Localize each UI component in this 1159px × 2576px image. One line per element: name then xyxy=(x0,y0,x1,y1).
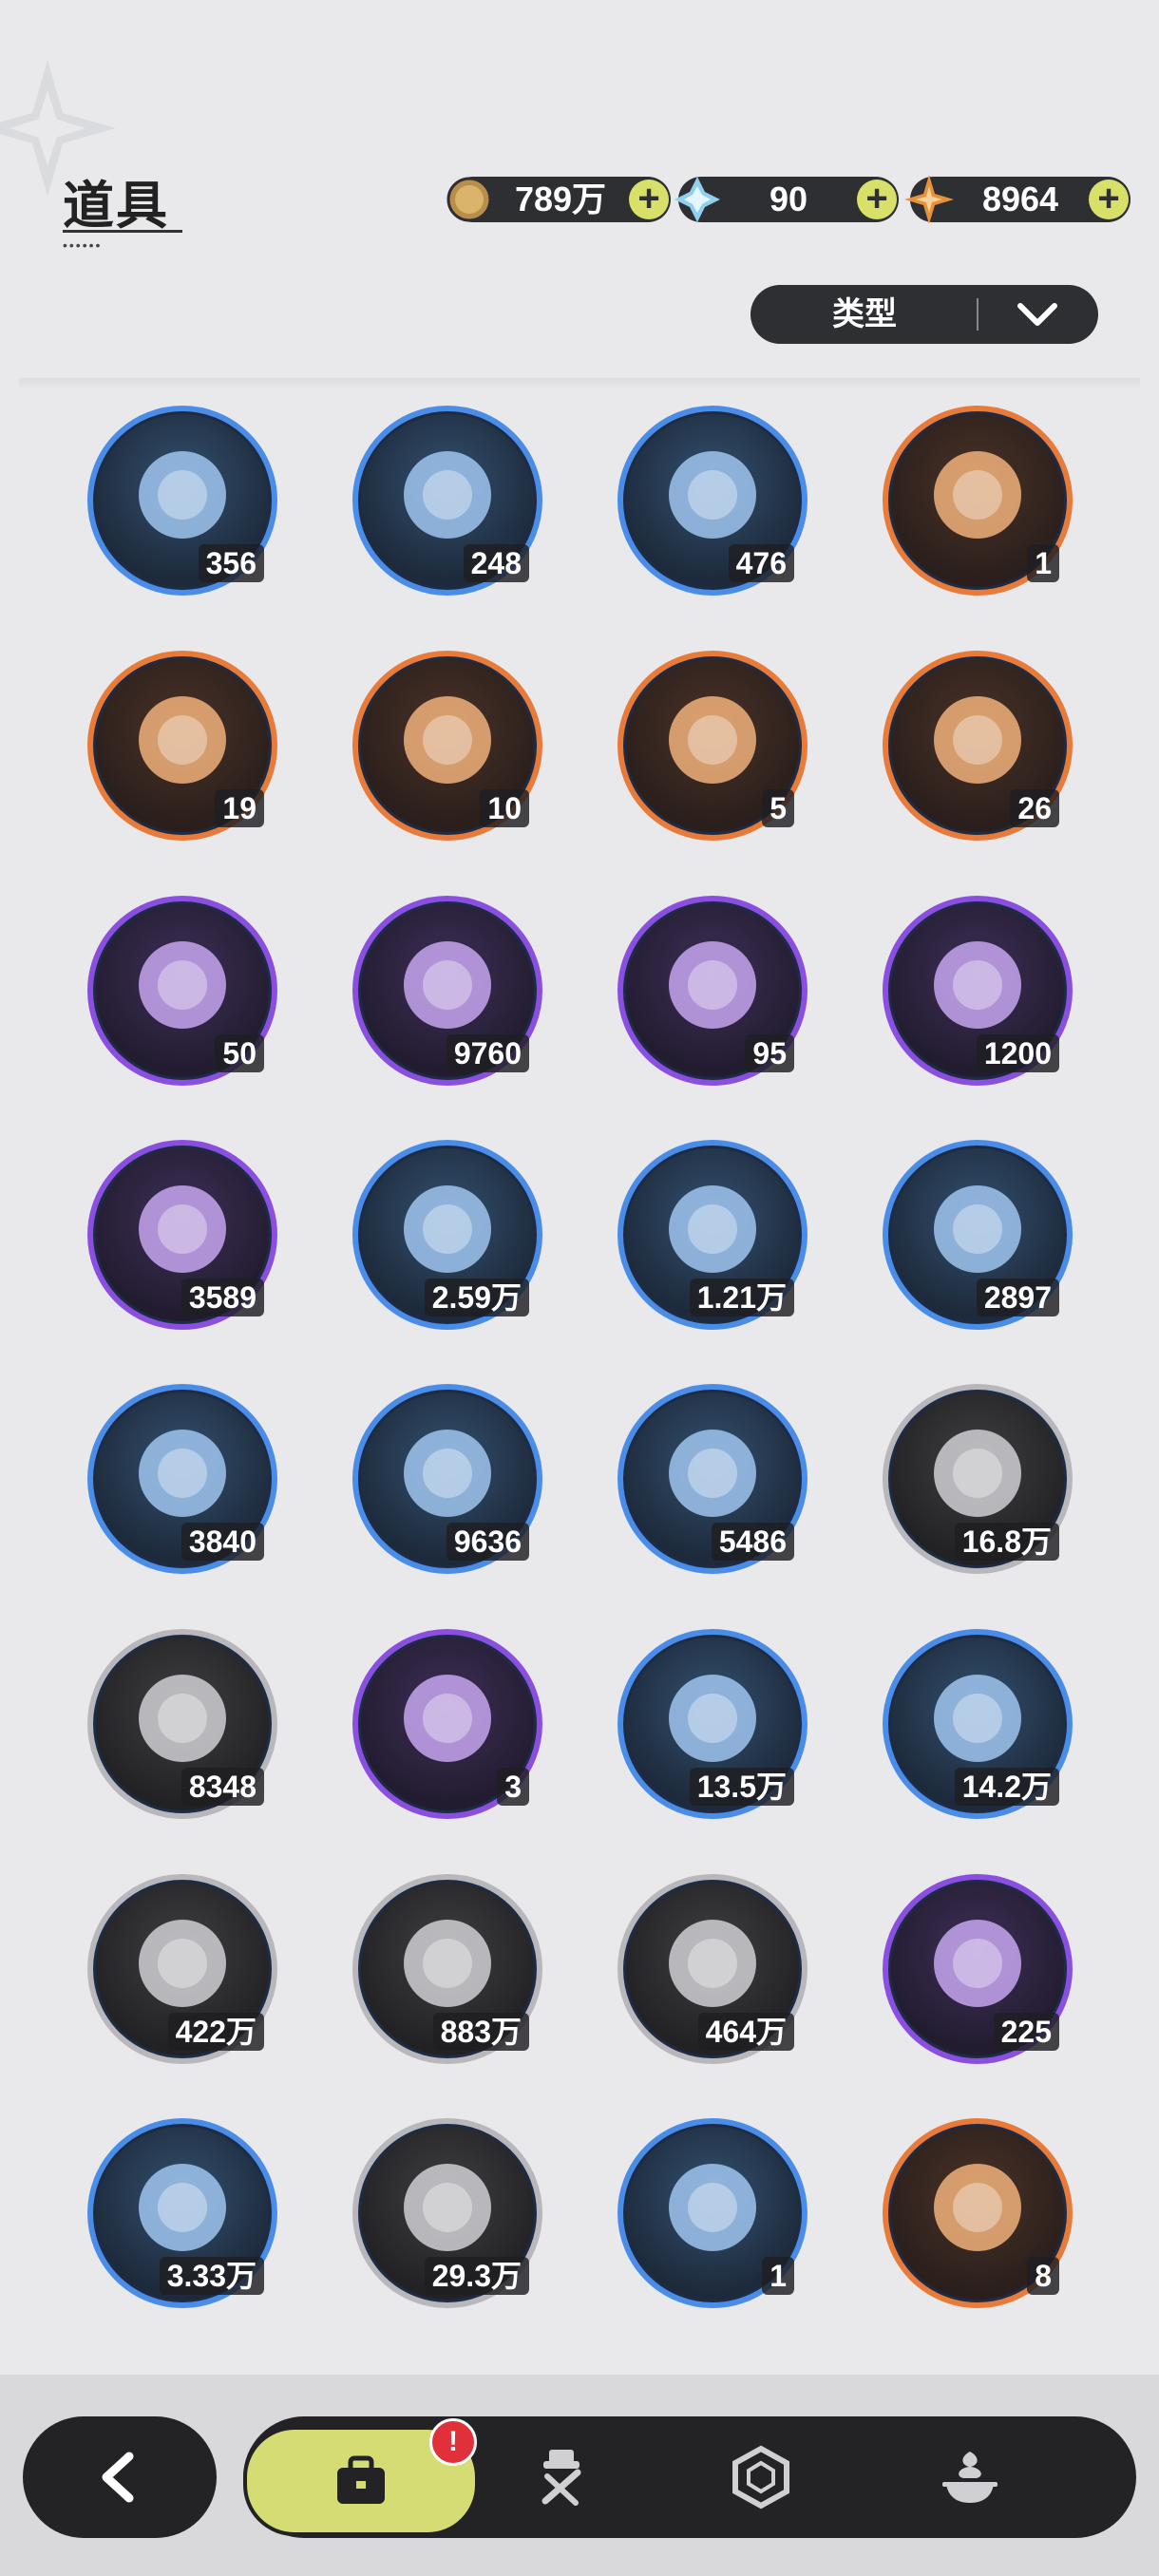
item-count: 5486 xyxy=(711,1523,794,1561)
item-slot[interactable]: 464万 xyxy=(618,1874,808,2064)
currency-gold: 789万 + xyxy=(446,177,671,222)
gold-coin-icon xyxy=(446,177,492,222)
currency-star-value: 8964 xyxy=(981,180,1059,218)
item-slot[interactable]: 476 xyxy=(618,406,808,596)
item-count: 2897 xyxy=(976,1279,1059,1316)
item-slot[interactable]: 50 xyxy=(87,896,277,1086)
filter-separator xyxy=(977,298,978,331)
item-slot[interactable]: 883万 xyxy=(352,1874,542,2064)
item-slot[interactable]: 1 xyxy=(618,2118,808,2308)
item-slot[interactable]: 14.2万 xyxy=(883,1629,1073,1819)
item-slot[interactable]: 95 xyxy=(618,896,808,1086)
item-slot[interactable]: 248 xyxy=(352,406,542,596)
item-count: 3589 xyxy=(180,1279,264,1316)
back-button[interactable] xyxy=(23,2416,217,2538)
item-slot[interactable]: 1200 xyxy=(883,896,1073,1086)
blue-crystal-icon xyxy=(674,177,720,222)
item-slot[interactable]: 29.3万 xyxy=(352,2118,542,2308)
add-crystal-button[interactable]: + xyxy=(857,180,897,219)
item-count: 2.59万 xyxy=(424,1279,529,1316)
bottom-tab-bar: ! xyxy=(243,2416,1136,2538)
item-slot[interactable]: 5 xyxy=(618,651,808,841)
add-star-button[interactable]: + xyxy=(1089,180,1129,219)
currency-gold-value: 789万 xyxy=(514,180,607,218)
item-count: 10 xyxy=(480,789,529,827)
item-count: 1 xyxy=(762,2257,794,2295)
type-filter-dropdown[interactable]: 类型 xyxy=(750,285,1098,344)
item-slot[interactable]: 9760 xyxy=(352,896,542,1086)
item-count: 9636 xyxy=(446,1523,529,1561)
item-slot[interactable]: 26 xyxy=(883,651,1073,841)
item-slot[interactable]: 2897 xyxy=(883,1140,1073,1330)
item-count: 9760 xyxy=(446,1034,529,1072)
tab-dessert[interactable] xyxy=(889,2426,1051,2529)
item-slot[interactable]: 225 xyxy=(883,1874,1073,2064)
item-slot[interactable]: 2.59万 xyxy=(352,1140,542,1330)
tab-tools[interactable] xyxy=(481,2426,642,2529)
item-slot[interactable]: 422万 xyxy=(87,1874,277,2064)
dessert-icon xyxy=(942,2452,998,2503)
tab-bag[interactable]: ! xyxy=(243,2418,479,2536)
title-dots: •••••• xyxy=(63,237,103,253)
bag-icon xyxy=(337,2455,385,2504)
item-count: 1.21万 xyxy=(689,1279,794,1316)
chevron-down-icon xyxy=(1017,303,1057,326)
item-count: 1 xyxy=(1027,544,1059,582)
item-count: 14.2万 xyxy=(954,1768,1059,1806)
item-slot[interactable]: 3 xyxy=(352,1629,542,1819)
item-count: 19 xyxy=(215,789,264,827)
item-slot[interactable]: 9636 xyxy=(352,1384,542,1574)
item-slot[interactable]: 13.5万 xyxy=(618,1629,808,1819)
item-count: 3.33万 xyxy=(159,2257,264,2295)
item-count: 248 xyxy=(463,544,529,582)
back-arrow-icon xyxy=(102,2452,134,2503)
item-slot[interactable]: 356 xyxy=(87,406,277,596)
item-slot[interactable]: 3840 xyxy=(87,1384,277,1574)
item-count: 26 xyxy=(1010,789,1059,827)
currency-crystal: 90 + xyxy=(674,177,899,222)
item-slot[interactable]: 16.8万 xyxy=(883,1384,1073,1574)
item-count: 8348 xyxy=(180,1768,264,1806)
item-count: 356 xyxy=(198,544,264,582)
item-count: 476 xyxy=(728,544,794,582)
item-count: 3840 xyxy=(180,1523,264,1561)
tab-gems[interactable] xyxy=(680,2426,842,2529)
item-count: 422万 xyxy=(167,2013,264,2051)
item-count: 50 xyxy=(215,1034,264,1072)
currency-crystal-value: 90 xyxy=(769,180,808,218)
item-count: 95 xyxy=(745,1034,794,1072)
tools-icon xyxy=(542,2450,581,2506)
item-count: 1200 xyxy=(976,1034,1059,1072)
item-slot[interactable]: 3.33万 xyxy=(87,2118,277,2308)
item-slot[interactable]: 10 xyxy=(352,651,542,841)
item-count: 29.3万 xyxy=(424,2257,529,2295)
currency-star: 8964 + xyxy=(904,175,1130,224)
item-slot[interactable]: 1 xyxy=(883,406,1073,596)
item-count: 8 xyxy=(1027,2257,1059,2295)
item-count: 3 xyxy=(497,1768,529,1806)
title-underline xyxy=(63,230,182,233)
item-count: 225 xyxy=(993,2013,1059,2051)
item-slot[interactable]: 8348 xyxy=(87,1629,277,1819)
item-slot[interactable]: 5486 xyxy=(618,1384,808,1574)
add-gold-button[interactable]: + xyxy=(629,180,669,219)
item-count: 16.8万 xyxy=(954,1523,1059,1561)
header-divider xyxy=(19,378,1140,389)
item-count: 13.5万 xyxy=(689,1768,794,1806)
page-title: 道具 xyxy=(63,178,169,235)
orange-star-icon xyxy=(904,175,954,224)
item-slot[interactable]: 19 xyxy=(87,651,277,841)
item-slot[interactable]: 8 xyxy=(883,2118,1073,2308)
tab-bag-badge: ! xyxy=(429,2418,477,2466)
item-slot[interactable]: 3589 xyxy=(87,1140,277,1330)
item-slot[interactable]: 1.21万 xyxy=(618,1140,808,1330)
filter-label: 类型 xyxy=(832,296,897,332)
item-count: 5 xyxy=(762,789,794,827)
item-count: 464万 xyxy=(697,2013,794,2051)
item-count: 883万 xyxy=(432,2013,529,2051)
hexagon-gem-icon xyxy=(732,2445,789,2510)
